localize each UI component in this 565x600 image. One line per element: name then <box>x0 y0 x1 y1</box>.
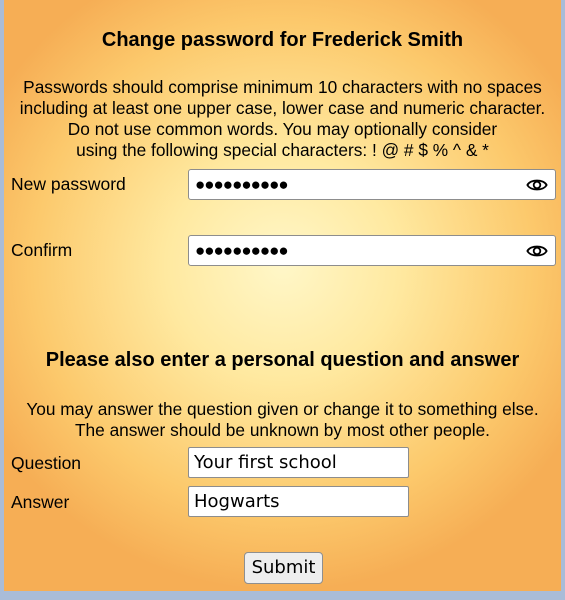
question-instructions: You may answer the question given or cha… <box>4 399 561 441</box>
password-instructions: Passwords should comprise minimum 10 cha… <box>4 77 561 161</box>
new-password-value: ●●●●●●●●●● <box>195 175 289 194</box>
eye-icon[interactable] <box>526 175 548 195</box>
new-password-label: New password <box>11 174 126 194</box>
confirm-label: Confirm <box>11 240 73 260</box>
question-label: Question <box>11 453 82 473</box>
form-panel: Change password for Frederick Smith Pass… <box>4 0 561 591</box>
confirm-password-field[interactable]: ●●●●●●●●●● <box>188 235 556 266</box>
new-password-field[interactable]: ●●●●●●●●●● <box>188 169 556 200</box>
question-input[interactable]: Your first school <box>188 447 409 478</box>
password-instructions-line: using the following special characters: … <box>76 140 489 160</box>
eye-icon[interactable] <box>526 241 548 261</box>
answer-label: Answer <box>11 492 70 512</box>
password-instructions-line: including at least one upper case, lower… <box>19 98 546 118</box>
confirm-password-value: ●●●●●●●●●● <box>195 241 289 260</box>
submit-button[interactable]: Submit <box>244 552 323 584</box>
question-instructions-line: The answer should be unknown by most oth… <box>74 420 490 440</box>
question-instructions-line: You may answer the question given or cha… <box>26 399 539 419</box>
password-section-title: Change password for Frederick Smith <box>101 29 464 51</box>
answer-input[interactable]: Hogwarts <box>188 486 409 517</box>
password-instructions-line: Do not use common words. You may optiona… <box>67 119 498 139</box>
question-section-title: Please also enter a personal question an… <box>45 349 520 371</box>
password-instructions-line: Passwords should comprise minimum 10 cha… <box>23 77 542 97</box>
